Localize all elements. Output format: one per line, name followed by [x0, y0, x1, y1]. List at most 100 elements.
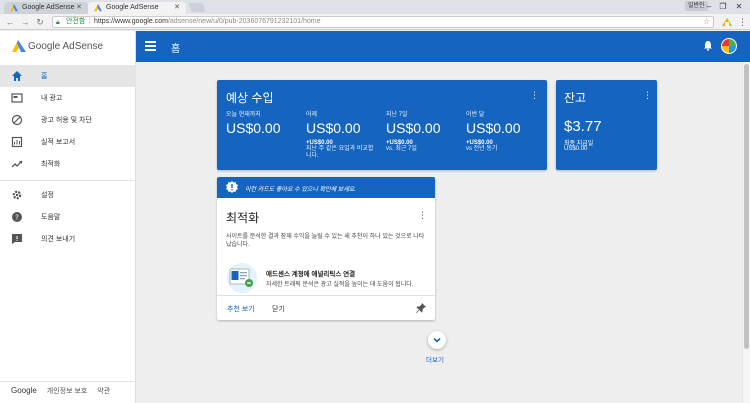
block-icon — [11, 114, 23, 126]
extension-icon[interactable] — [722, 17, 732, 27]
page-title: 홈 — [171, 44, 181, 55]
address-separator: | — [89, 18, 91, 25]
bookmark-star-icon[interactable]: ☆ — [703, 17, 710, 27]
pin-icon[interactable] — [416, 303, 426, 313]
browser-menu-icon[interactable]: ⋮ — [738, 16, 747, 28]
sidebar-item-reports[interactable]: 실적 보고서 — [0, 131, 136, 153]
optimization-banner: 이런 카드도 좋아요 수 있으니 확인해 보세요. — [217, 177, 435, 198]
sidebar-item-label: 의견 보내기 — [41, 236, 76, 243]
security-label: 안전함 — [66, 18, 86, 25]
sidebar-item-home[interactable]: 홈 — [0, 65, 136, 87]
earnings-value: US$0.00 — [306, 120, 361, 136]
view-recommendation-button[interactable]: 추천 보기 — [227, 304, 255, 314]
notifications-bell-icon[interactable] — [703, 40, 713, 51]
sidebar: Google AdSense 홈 내 광고 광고 허용 및 차단 실적 보고서 … — [0, 31, 136, 403]
address-bar[interactable]: 🔒︎ 안전함 | https://www.google.com/adsense/… — [52, 16, 714, 28]
scrollbar-thumb[interactable] — [744, 64, 749, 349]
recommendation-title[interactable]: 애드센스 계정에 애널리틱스 연결 — [266, 268, 355, 278]
earnings-this-month[interactable]: 이번 달 US$0.00 +US$0.00 vs 전년 동기 — [466, 109, 544, 153]
sidebar-item-label: 내 광고 — [41, 95, 63, 102]
earnings-compare-text: 지난 주 같은 요일과 비교합니다. — [306, 146, 374, 159]
balance-card: 잔고 ⋮ $3.77 최종 지급일 US$0.00 — [556, 80, 657, 170]
earnings-label: 어제 — [306, 112, 318, 118]
dismiss-button[interactable]: 닫기 — [272, 304, 285, 314]
earnings-yesterday[interactable]: 어제 US$0.00 +US$0.00 지난 주 같은 요일과 비교합니다. — [306, 109, 384, 160]
earnings-compare-text: vs 전년 동기 — [466, 146, 498, 152]
ad-icon — [11, 93, 23, 103]
brand-name: Google AdSense — [28, 41, 104, 52]
help-icon: ? — [12, 212, 22, 222]
adsense-favicon-icon — [10, 4, 18, 12]
page-scrollbar[interactable] — [742, 62, 750, 403]
optimization-title: 최적화 — [226, 211, 260, 225]
close-tab-icon[interactable]: ✕ — [174, 2, 180, 14]
sidebar-item-optimization[interactable]: 최적화 — [0, 153, 136, 175]
app-header: 홈 — [136, 31, 750, 62]
more-button[interactable] — [428, 331, 446, 349]
new-tab-button[interactable] — [188, 3, 206, 12]
forward-icon[interactable]: → — [19, 16, 31, 28]
more-label[interactable]: 더보기 — [426, 354, 444, 364]
earnings-label: 오늘 현재까지 — [226, 112, 261, 118]
optimization-card: 이런 카드도 좋아요 수 있으니 확인해 보세요. 최적화 ⋮ 사이트를 분석한… — [217, 177, 435, 320]
earnings-label: 이번 달 — [466, 112, 485, 118]
balance-title: 잔고 — [564, 91, 587, 105]
balance-last-payment: US$0.00 — [564, 146, 588, 152]
home-icon — [12, 71, 22, 81]
lock-icon: 🔒︎ — [56, 19, 60, 26]
earnings-today[interactable]: 오늘 현재까지 US$0.00 — [226, 109, 304, 136]
balance-value: $3.77 — [564, 118, 602, 135]
earnings-label: 지난 7일 — [386, 112, 408, 118]
sidebar-item-label: 홈 — [41, 73, 48, 80]
earnings-title: 예상 수입 — [226, 91, 274, 105]
url-main: https://www.google.com — [94, 18, 168, 25]
sidebar-item-label: 광고 허용 및 차단 — [41, 117, 92, 124]
back-icon[interactable]: ← — [4, 16, 16, 28]
analytics-recommendation-icon — [227, 263, 257, 293]
footer-google: Google — [11, 386, 37, 395]
sidebar-item-label: 최적화 — [41, 161, 61, 168]
sidebar-item-allow-block[interactable]: 광고 허용 및 차단 — [0, 109, 136, 131]
trending-icon — [11, 160, 23, 168]
browser-tab[interactable]: Google AdSense ✕ — [4, 2, 88, 14]
sidebar-item-settings[interactable]: 설정 — [0, 184, 136, 206]
earnings-last-7-days[interactable]: 지난 7일 US$0.00 +US$0.00 vs. 최근 7일 — [386, 109, 464, 153]
minimize-icon[interactable]: – — [702, 1, 716, 12]
earnings-more-icon[interactable]: ⋮ — [530, 91, 539, 100]
earnings-value: US$0.00 — [386, 120, 441, 136]
privacy-link[interactable]: 개인정보 보호 — [47, 388, 88, 395]
tab-label: Google AdSense — [106, 4, 159, 11]
terms-link[interactable]: 약관 — [97, 388, 110, 395]
sidebar-item-label: 실적 보고서 — [41, 139, 76, 146]
optimization-desc: 사이트를 분석한 결과 잠재 수익을 늘릴 수 있는 새 추천이 하나 있는 것… — [226, 234, 425, 248]
browser-toolbar: ← → ↻ 🔒︎ 안전함 | https://www.google.com/ad… — [0, 14, 750, 30]
feedback-icon — [12, 234, 22, 244]
close-window-icon[interactable]: ✕ — [732, 1, 746, 12]
maximize-icon[interactable]: ❐ — [716, 1, 730, 12]
sidebar-item-feedback[interactable]: 의견 보내기 — [0, 228, 136, 250]
earnings-card: 예상 수입 ⋮ 오늘 현재까지 US$0.00 어제 US$0.00 +US$0… — [217, 80, 547, 170]
menu-icon[interactable] — [145, 41, 156, 51]
adsense-favicon-icon — [94, 4, 102, 12]
sidebar-item-my-ads[interactable]: 내 광고 — [0, 87, 136, 109]
url-path: /adsense/new/u/0/pub-2036076791232101/ho… — [167, 18, 321, 25]
adsense-logo-icon — [12, 40, 26, 52]
brand[interactable]: Google AdSense — [0, 31, 136, 62]
optimization-more-icon[interactable]: ⋮ — [418, 211, 427, 220]
sidebar-divider — [0, 180, 136, 181]
chevron-down-icon — [433, 337, 441, 343]
balance-more-icon[interactable]: ⋮ — [643, 91, 652, 100]
sidebar-item-help[interactable]: ? 도움말 — [0, 206, 136, 228]
earnings-value: US$0.00 — [466, 120, 521, 136]
account-avatar[interactable] — [721, 38, 737, 54]
sidebar-item-label: 도움말 — [41, 214, 61, 221]
url-text: https://www.google.com/adsense/new/u/0/p… — [94, 17, 321, 27]
close-tab-icon[interactable]: ✕ — [76, 2, 82, 14]
reload-icon[interactable]: ↻ — [34, 16, 46, 28]
info-badge-icon — [226, 181, 238, 193]
browser-tab-active[interactable]: Google AdSense ✕ — [88, 2, 186, 14]
sidebar-item-label: 설정 — [41, 192, 54, 199]
earnings-compare-text: vs. 최근 7일 — [386, 146, 417, 152]
recommendation-desc: 자세한 트래픽 분석은 광고 실적을 높이는 데 도움이 됩니다. — [266, 282, 414, 288]
earnings-value: US$0.00 — [226, 120, 281, 136]
